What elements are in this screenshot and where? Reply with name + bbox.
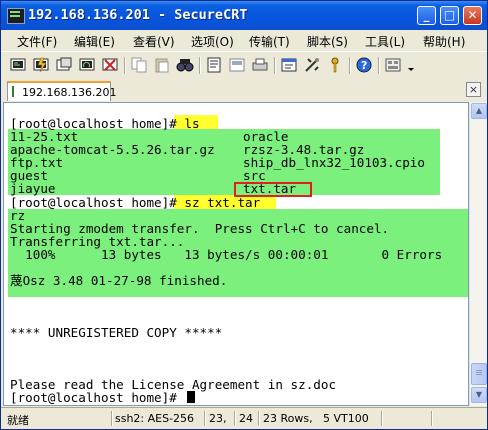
menu-bar: 文件(F) 编辑(E) 查看(V) 选项(O) 传输(T) 脚本(S) 工具(L… xyxy=(1,30,487,51)
menu-options[interactable]: 选项(O) xyxy=(191,33,234,50)
session-tab-strip: 192.168.136.201 × xyxy=(1,80,487,102)
securecrt-app-icon[interactable] xyxy=(7,8,25,24)
maximize-icon: □ xyxy=(443,8,456,22)
status-separator xyxy=(111,411,113,426)
menu-tools[interactable]: 工具(L) xyxy=(365,33,405,50)
transfer-finished-line: 蔑Osz 3.48 01-27-98 finished. xyxy=(10,273,228,288)
status-col: 24 xyxy=(239,412,253,425)
help-icon[interactable]: ? xyxy=(355,56,373,74)
tab-session[interactable]: 192.168.136.201 xyxy=(7,81,116,101)
title-bar[interactable]: 192.168.136.201 - SecureCRT _ □ ✕ xyxy=(1,1,487,30)
ls-entry: ship_db_lnx32_10103.cpio xyxy=(243,155,425,170)
close-button[interactable]: ✕ xyxy=(463,6,482,25)
close-icon: ✕ xyxy=(467,8,478,22)
toolbar-separator xyxy=(124,57,126,74)
status-cipher: ssh2: AES-256 xyxy=(115,412,195,425)
status-separator xyxy=(431,411,433,426)
status-separator xyxy=(258,411,260,426)
print-selection-icon[interactable] xyxy=(228,56,246,74)
menu-help[interactable]: 帮助(H) xyxy=(423,33,465,50)
minimize-button[interactable]: _ xyxy=(417,6,436,25)
session-status-icon xyxy=(12,86,14,97)
scroll-up-arrow-icon[interactable]: ▲ xyxy=(471,103,487,119)
toolbar-separator xyxy=(274,57,276,74)
printer-icon[interactable] xyxy=(251,56,269,74)
status-separator xyxy=(204,411,206,426)
maximize-button[interactable]: □ xyxy=(440,6,459,25)
connect-tab-icon[interactable] xyxy=(55,56,73,74)
scroll-down-arrow-icon[interactable]: ▼ xyxy=(471,387,487,403)
tab-label: 192.168.136.201 xyxy=(22,86,117,99)
reconnect-icon[interactable] xyxy=(78,56,96,74)
transfer-progress-line: 100% 13 bytes 13 bytes/s 00:00:01 0 Erro… xyxy=(10,247,443,262)
final-prompt-line: [root@localhost home]# xyxy=(10,390,196,405)
menu-view[interactable]: 查看(V) xyxy=(133,33,175,50)
find-icon[interactable] xyxy=(176,56,194,74)
terminal-area[interactable]: [root@localhost home]# ls 11-25.txt apac… xyxy=(3,102,469,406)
window-title: 192.168.136.201 - SecureCRT xyxy=(28,7,248,23)
ls-entry: jiayue xyxy=(10,181,56,196)
ls-entry-txt-tar: txt.tar xyxy=(243,181,297,196)
terminal-cursor xyxy=(187,391,196,403)
session-options-icon[interactable] xyxy=(280,56,298,74)
toolbar-overflow-icon[interactable] xyxy=(406,56,416,74)
vertical-scrollbar[interactable]: ▲ ▼ xyxy=(469,102,487,406)
menu-edit[interactable]: 编辑(E) xyxy=(74,33,115,50)
global-options-icon[interactable] xyxy=(303,56,321,74)
status-rows: 23 Rows, xyxy=(263,412,313,425)
menu-script[interactable]: 脚本(S) xyxy=(307,33,348,50)
paste-icon[interactable] xyxy=(153,56,171,74)
final-prompt: [root@localhost home]# xyxy=(10,390,185,405)
toolbar: ? xyxy=(1,51,487,81)
status-separator xyxy=(234,411,236,426)
status-bar: 就绪 ssh2: AES-256 23, 24 23 Rows, 5 VT100 xyxy=(1,407,487,429)
menu-file[interactable]: 文件(F) xyxy=(17,33,57,50)
toolbar-separator xyxy=(349,57,351,74)
status-terminal-type: 5 VT100 xyxy=(323,412,369,425)
status-separator xyxy=(381,411,383,426)
status-ready: 就绪 xyxy=(7,414,29,427)
menu-transfer[interactable]: 传输(T) xyxy=(249,33,290,50)
status-row: 23, xyxy=(209,412,227,425)
disconnect-icon[interactable] xyxy=(101,56,119,74)
copy-icon[interactable] xyxy=(130,56,148,74)
unregistered-copy-line: **** UNREGISTERED COPY ***** xyxy=(10,325,223,340)
securecrt-window: 192.168.136.201 - SecureCRT _ □ ✕ 文件(F) … xyxy=(0,0,488,430)
connect-icon[interactable] xyxy=(9,56,27,74)
key-icon[interactable] xyxy=(326,56,344,74)
scroll-thumb[interactable] xyxy=(471,363,487,385)
quick-connect-icon[interactable] xyxy=(32,56,50,74)
svg-text:?: ? xyxy=(361,59,367,72)
prompt-sz: [root@localhost home]# sz txt.tar xyxy=(10,195,261,210)
toolbar-separator xyxy=(199,57,201,74)
tab-close-button[interactable]: × xyxy=(466,82,481,97)
minimize-icon: _ xyxy=(423,8,430,22)
toolbar-separator xyxy=(378,57,380,74)
keymap-icon[interactable] xyxy=(384,56,402,74)
print-icon[interactable] xyxy=(205,56,223,74)
